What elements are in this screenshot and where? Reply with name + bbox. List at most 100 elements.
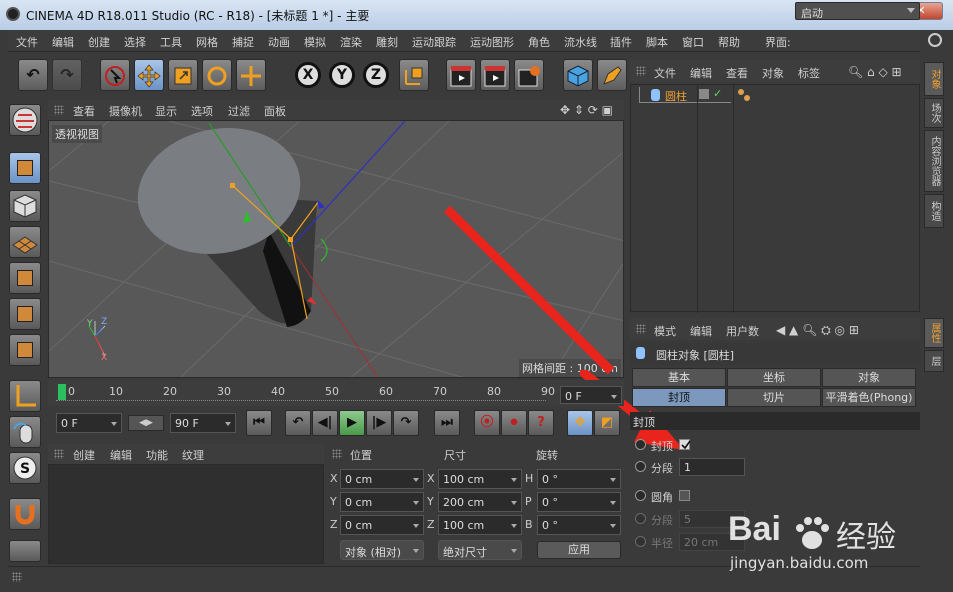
grip-handle[interactable] <box>12 572 22 582</box>
pos-z-field[interactable]: 0 cm <box>340 515 424 535</box>
interface-select[interactable]: 启动 <box>795 2 920 20</box>
polygons-mode-button[interactable] <box>9 334 41 366</box>
timeline-playhead[interactable] <box>58 384 66 400</box>
auto-key-button[interactable]: ⏺ <box>501 410 527 436</box>
viewport-menu-options[interactable]: 选项 <box>191 103 213 119</box>
viewport-menu-camera[interactable]: 摄像机 <box>109 103 142 119</box>
move-tool-button[interactable] <box>134 59 164 91</box>
object-manager-panel[interactable]: 圆柱 ✓ <box>630 84 920 313</box>
material-manager-panel[interactable] <box>48 464 324 564</box>
fillet-animate-radio[interactable] <box>635 490 646 501</box>
tab-attributes[interactable]: 属性 <box>924 318 944 348</box>
grip-handle[interactable] <box>54 105 64 115</box>
cube-primitive-button[interactable] <box>563 59 593 91</box>
grip-handle[interactable] <box>636 324 646 334</box>
menu-mesh[interactable]: 网格 <box>196 34 218 50</box>
perspective-viewport[interactable]: Y Z X 透视视图 网格间距 : 100 cm <box>48 120 624 378</box>
tab-takes[interactable]: 场次 <box>924 98 944 128</box>
pos-y-field[interactable]: 0 cm <box>340 492 424 512</box>
coordinate-mode-select[interactable]: 对象 (相对) <box>340 540 424 560</box>
points-mode-button[interactable] <box>9 262 41 294</box>
viewport-menu-filter[interactable]: 过滤 <box>228 103 250 119</box>
play-button[interactable]: ▶ <box>339 410 365 436</box>
menu-motion-tracking[interactable]: 运动跟踪 <box>412 34 456 50</box>
am-toolbar-icons[interactable]: ◀ ▲ 🔍︎ ⛭ ◎ ⊞ <box>776 323 859 338</box>
menu-select[interactable]: 选择 <box>124 34 146 50</box>
key-position-button[interactable]: ✥ <box>567 410 593 436</box>
caps-animate-radio[interactable] <box>635 439 646 450</box>
size-z-field[interactable]: 100 cm <box>438 515 522 535</box>
render-picture-viewer-button[interactable] <box>480 59 510 91</box>
menu-file[interactable]: 文件 <box>16 34 38 50</box>
om-toolbar-icons[interactable]: 🔍︎ ⌂ ◇ ⊞ <box>848 65 902 79</box>
menu-animate[interactable]: 动画 <box>268 34 290 50</box>
am-menu-userdata[interactable]: 用户数 <box>726 323 759 339</box>
am-menu-mode[interactable]: 模式 <box>654 323 676 339</box>
material-menu-edit[interactable]: 编辑 <box>110 447 132 463</box>
tab-object[interactable]: 对象 <box>822 368 916 387</box>
timeline[interactable]: 0 10 20 30 40 50 60 70 80 90 <box>48 380 624 406</box>
menu-pipeline[interactable]: 流水线 <box>564 34 597 50</box>
viewport-menu-view[interactable]: 查看 <box>73 103 95 119</box>
segments-field[interactable]: 1 <box>679 458 745 476</box>
visibility-toggle[interactable] <box>699 89 709 99</box>
key-scale-button[interactable]: ◩ <box>594 410 620 436</box>
tab-structure[interactable]: 构造 <box>924 194 944 228</box>
current-frame-field[interactable]: 0 F <box>560 386 622 404</box>
end-frame-field[interactable]: 90 F <box>170 413 236 433</box>
next-key-button[interactable]: ↷ <box>393 410 419 436</box>
menu-snap[interactable]: 捕捉 <box>232 34 254 50</box>
solo-mode-button[interactable]: S <box>9 452 41 484</box>
rot-b-field[interactable]: 0 ° <box>537 515 621 535</box>
menu-help[interactable]: 帮助 <box>718 34 740 50</box>
om-menu-view[interactable]: 查看 <box>726 65 748 81</box>
goto-end-button[interactable]: ⏭ <box>434 410 460 436</box>
workplane-mode-button[interactable] <box>9 226 41 258</box>
menu-script[interactable]: 脚本 <box>646 34 668 50</box>
tab-objects[interactable]: 对象 <box>924 62 944 96</box>
axis-mode-button[interactable] <box>9 380 41 412</box>
tab-slice[interactable]: 切片 <box>727 388 821 407</box>
x-axis-toggle[interactable]: X <box>295 62 321 88</box>
phong-tag-icon[interactable] <box>737 88 750 101</box>
tab-caps[interactable]: 封顶 <box>632 388 726 407</box>
viewport-menu-display[interactable]: 显示 <box>155 103 177 119</box>
tab-coord[interactable]: 坐标 <box>727 368 821 387</box>
menu-character[interactable]: 角色 <box>528 34 550 50</box>
pen-tool-button[interactable] <box>597 59 627 91</box>
search-icon[interactable] <box>928 33 942 47</box>
redo-button[interactable]: ↷ <box>52 59 82 91</box>
menu-tools[interactable]: 工具 <box>160 34 182 50</box>
tab-content-browser[interactable]: 内容浏览器 <box>924 130 944 192</box>
tab-layers[interactable]: 层 <box>924 350 944 372</box>
om-menu-edit[interactable]: 编辑 <box>690 65 712 81</box>
workplane-grid-button[interactable] <box>9 540 41 562</box>
goto-start-button[interactable]: ⏮ <box>246 410 272 436</box>
fillet-checkbox[interactable] <box>679 490 690 501</box>
previous-key-button[interactable]: ↶ <box>285 410 311 436</box>
segments-animate-radio[interactable] <box>635 461 646 472</box>
key-help-button[interactable]: ? <box>528 410 554 436</box>
menu-render[interactable]: 渲染 <box>340 34 362 50</box>
grip-handle[interactable] <box>332 449 342 459</box>
viewport-nav-icons[interactable]: ✥ ⇕ ⟳ ▣ <box>560 103 613 117</box>
y-axis-toggle[interactable]: Y <box>329 62 355 88</box>
texture-mode-button[interactable] <box>9 190 41 222</box>
radius-animate-radio[interactable] <box>635 536 646 547</box>
range-slider[interactable]: ◀▶ <box>128 415 164 431</box>
transform-tool-button[interactable] <box>236 59 266 91</box>
om-menu-file[interactable]: 文件 <box>654 65 676 81</box>
caps-checkbox[interactable] <box>679 439 691 450</box>
rot-p-field[interactable]: 0 ° <box>537 492 621 512</box>
size-mode-select[interactable]: 绝对尺寸 <box>438 540 522 560</box>
apply-button[interactable]: 应用 <box>537 541 621 559</box>
enable-check-icon[interactable]: ✓ <box>713 87 722 100</box>
fillet-segments-animate-radio[interactable] <box>635 513 646 524</box>
om-menu-object[interactable]: 对象 <box>762 65 784 81</box>
record-key-button[interactable]: ⦿ <box>474 410 500 436</box>
om-menu-tags[interactable]: 标签 <box>798 65 820 81</box>
tweak-mode-button[interactable] <box>9 416 41 448</box>
tab-basic[interactable]: 基本 <box>632 368 726 387</box>
am-menu-edit[interactable]: 编辑 <box>690 323 712 339</box>
menu-simulate[interactable]: 模拟 <box>304 34 326 50</box>
